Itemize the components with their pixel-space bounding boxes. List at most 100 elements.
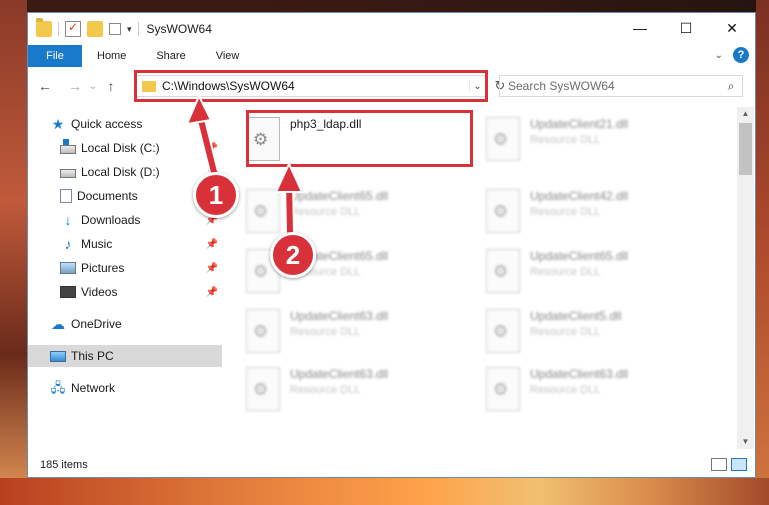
tab-file[interactable]: File <box>28 45 82 67</box>
file-item[interactable]: UpdateClient63.dll Resource DLL <box>238 361 468 419</box>
sidebar-item-downloads[interactable]: ↓ Downloads 📌 <box>28 209 222 231</box>
sidebar-item-label: OneDrive <box>71 317 122 331</box>
file-item[interactable]: UpdateClient63.dll Resource DLL <box>238 303 468 361</box>
address-bar[interactable]: C:\Windows\SysWOW64 ⌄ <box>136 75 486 97</box>
file-type: Resource DLL <box>530 384 601 396</box>
details-view-icon[interactable] <box>711 458 727 471</box>
scroll-down-icon[interactable]: ▼ <box>737 435 754 449</box>
desktop-background-bottom <box>0 478 769 505</box>
help-icon[interactable]: ? <box>733 47 749 63</box>
dll-file-icon <box>246 367 280 411</box>
file-type: Resource DLL <box>290 326 361 338</box>
toolbar-divider <box>58 22 59 36</box>
file-name: UpdateClient63.dll <box>290 309 389 323</box>
file-name: php3_ldap.dll <box>290 117 362 131</box>
file-type: Resource DLL <box>290 206 361 218</box>
sidebar-item-label: Local Disk (C:) <box>81 141 160 155</box>
file-item[interactable]: UpdateClient65.dll Resource DLL <box>478 243 708 301</box>
sidebar-item-pictures[interactable]: Pictures 📌 <box>28 257 222 279</box>
pin-icon[interactable]: 📌 <box>206 287 218 298</box>
file-name: UpdateClient65.dll <box>290 189 389 203</box>
file-name: UpdateClient21.dll <box>530 117 629 131</box>
recent-locations-button[interactable]: ⌄ <box>86 81 100 92</box>
address-path[interactable]: C:\Windows\SysWOW64 <box>162 79 469 93</box>
sidebar-item-label: Documents <box>77 189 138 203</box>
dll-file-icon <box>246 309 280 353</box>
sidebar-item-label: Network <box>71 381 116 395</box>
file-type: Resource DLL <box>530 206 601 218</box>
quick-access-toolbar: ▾ <box>28 18 139 37</box>
step-1-badge: 1 <box>193 172 239 218</box>
sidebar-item-label: Local Disk (D:) <box>81 165 160 179</box>
properties-icon[interactable] <box>65 20 81 37</box>
toolbar-divider <box>137 22 139 36</box>
sidebar-item-quick-access[interactable]: ★ Quick access <box>28 113 222 135</box>
scroll-up-icon[interactable]: ▲ <box>737 107 754 121</box>
close-button[interactable]: ✕ <box>709 13 755 43</box>
star-icon: ★ <box>51 116 65 132</box>
documents-icon <box>60 189 72 203</box>
sidebar-item-local-disk-c[interactable]: Local Disk (C:) 📌 <box>28 137 222 159</box>
sidebar-item-music[interactable]: ♪ Music 📌 <box>28 233 222 255</box>
tab-home[interactable]: Home <box>82 50 141 62</box>
download-icon: ↓ <box>64 212 72 228</box>
sidebar-item-network[interactable]: 🖧 Network <box>28 377 222 399</box>
address-dropdown-icon[interactable]: ⌄ <box>469 80 485 92</box>
dll-file-icon <box>246 117 280 161</box>
videos-icon <box>60 286 76 298</box>
sidebar-item-label: Videos <box>81 285 118 299</box>
sidebar-item-this-pc[interactable]: This PC <box>28 345 222 367</box>
search-box[interactable]: ⌕ <box>499 75 743 97</box>
pin-icon[interactable]: 📌 <box>206 263 218 274</box>
sidebar-item-label: Quick access <box>71 117 143 131</box>
status-bar: 185 items <box>28 453 755 477</box>
cloud-icon: ☁ <box>51 316 65 332</box>
file-type: Resource DLL <box>290 384 361 396</box>
pin-icon[interactable]: 📌 <box>206 239 218 250</box>
sidebar-item-local-disk-d[interactable]: Local Disk (D:) 📌 <box>28 161 222 183</box>
file-name: UpdateClient63.dll <box>290 367 389 381</box>
dll-file-icon <box>486 367 520 411</box>
file-item[interactable]: UpdateClient63.dll Resource DLL <box>478 361 708 419</box>
back-button[interactable]: ← <box>34 78 56 94</box>
forward-button[interactable]: → <box>64 78 86 94</box>
file-item-php3-ldap[interactable]: php3_ldap.dll <box>238 111 468 169</box>
large-icons-view-icon[interactable] <box>731 458 747 471</box>
file-type: Resource DLL <box>530 326 601 338</box>
minimize-button[interactable]: — <box>617 13 663 43</box>
file-item[interactable]: UpdateClient5.dll Resource DLL <box>478 303 708 361</box>
file-name: UpdateClient42.dll <box>530 189 629 203</box>
search-input[interactable] <box>508 79 720 93</box>
folder-icon <box>36 18 52 37</box>
step-2-badge: 2 <box>270 232 316 278</box>
network-icon: 🖧 <box>50 380 66 395</box>
toolbar-dropdown-icon[interactable]: ▾ <box>127 24 132 35</box>
navigation-pane: ★ Quick access Local Disk (C:) 📌 Local D… <box>28 109 222 449</box>
sidebar-item-label: Pictures <box>81 261 125 275</box>
customize-toolbar-icon[interactable] <box>109 23 121 35</box>
file-item[interactable]: UpdateClient65.dll Resource DLL <box>238 183 468 241</box>
title-bar: ▾ SysWOW64 — ☐ ✕ <box>28 13 755 45</box>
expand-ribbon-icon[interactable]: ⌄ <box>715 50 723 61</box>
tab-view[interactable]: View <box>201 50 255 62</box>
search-icon[interactable]: ⌕ <box>720 79 742 94</box>
sidebar-item-onedrive[interactable]: ☁ OneDrive <box>28 313 222 335</box>
scrollbar-thumb[interactable] <box>739 123 752 175</box>
dll-file-icon <box>486 309 520 353</box>
dll-file-icon <box>486 189 520 233</box>
up-button[interactable]: ↑ <box>100 78 122 94</box>
file-item[interactable]: UpdateClient42.dll Resource DLL <box>478 183 708 241</box>
file-name: UpdateClient63.dll <box>530 367 629 381</box>
pin-icon[interactable]: 📌 <box>206 143 218 154</box>
tab-share[interactable]: Share <box>141 50 200 62</box>
maximize-button[interactable]: ☐ <box>663 13 709 43</box>
file-type: Resource DLL <box>530 266 601 278</box>
music-icon: ♪ <box>64 236 72 252</box>
sidebar-item-videos[interactable]: Videos 📌 <box>28 281 222 303</box>
file-list: php3_ldap.dll UpdateClient21.dll Resourc… <box>238 107 738 447</box>
new-folder-icon[interactable] <box>87 21 103 37</box>
computer-icon <box>50 350 66 362</box>
file-item[interactable]: UpdateClient21.dll Resource DLL <box>478 111 708 169</box>
vertical-scrollbar[interactable]: ▲ ▼ <box>737 107 754 449</box>
sidebar-item-label: This PC <box>71 349 114 363</box>
